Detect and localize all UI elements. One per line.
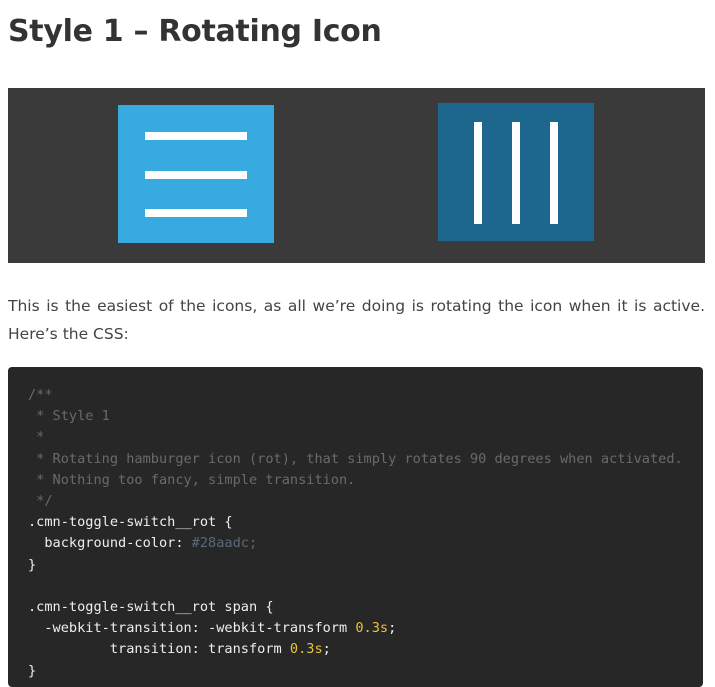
code-comment-line: * (28, 429, 45, 446)
code-property: -webkit-transition: -webkit-transform (28, 620, 356, 637)
code-comment-line: * Style 1 (28, 408, 110, 425)
code-semicolon: ; (388, 620, 397, 637)
code-comment-line: /** (28, 387, 53, 403)
hamburger-bar-middle (145, 171, 247, 179)
code-comment-line: * Nothing too fancy, simple transition. (28, 471, 356, 488)
hamburger-bar-top (145, 132, 247, 140)
code-content: /** * Style 1 * * Rotating hamburger ico… (8, 367, 703, 682)
code-selector-line: .cmn-toggle-switch__rot span { (28, 599, 274, 616)
hamburger-toggle-button[interactable] (118, 105, 274, 243)
code-number-value: 0.3s (355, 620, 389, 637)
code-semicolon: ; (322, 641, 331, 658)
hamburger-bar-right (550, 122, 558, 224)
hamburger-bar-center (512, 122, 520, 224)
description-paragraph: This is the easiest of the icons, as all… (8, 297, 705, 343)
code-color-value: #28aadc; (183, 535, 258, 552)
code-comment-line: * Rotating hamburger icon (rot), that si… (28, 450, 683, 467)
code-comment-line: */ (28, 493, 53, 510)
code-block[interactable]: /** * Style 1 * * Rotating hamburger ico… (8, 367, 703, 687)
demo-panel (8, 88, 705, 263)
code-brace-line: } (28, 556, 37, 573)
hamburger-bar-left (474, 122, 482, 224)
hamburger-bar-bottom (145, 209, 247, 217)
page-title: Style 1 – Rotating Icon (8, 14, 382, 49)
code-property: transition: transform (28, 641, 290, 658)
rotated-hamburger-toggle-button[interactable] (438, 103, 594, 241)
code-property: background-color: (28, 535, 184, 552)
code-selector-line: .cmn-toggle-switch__rot { (28, 514, 233, 531)
code-number-value: 0.3s (289, 641, 323, 658)
